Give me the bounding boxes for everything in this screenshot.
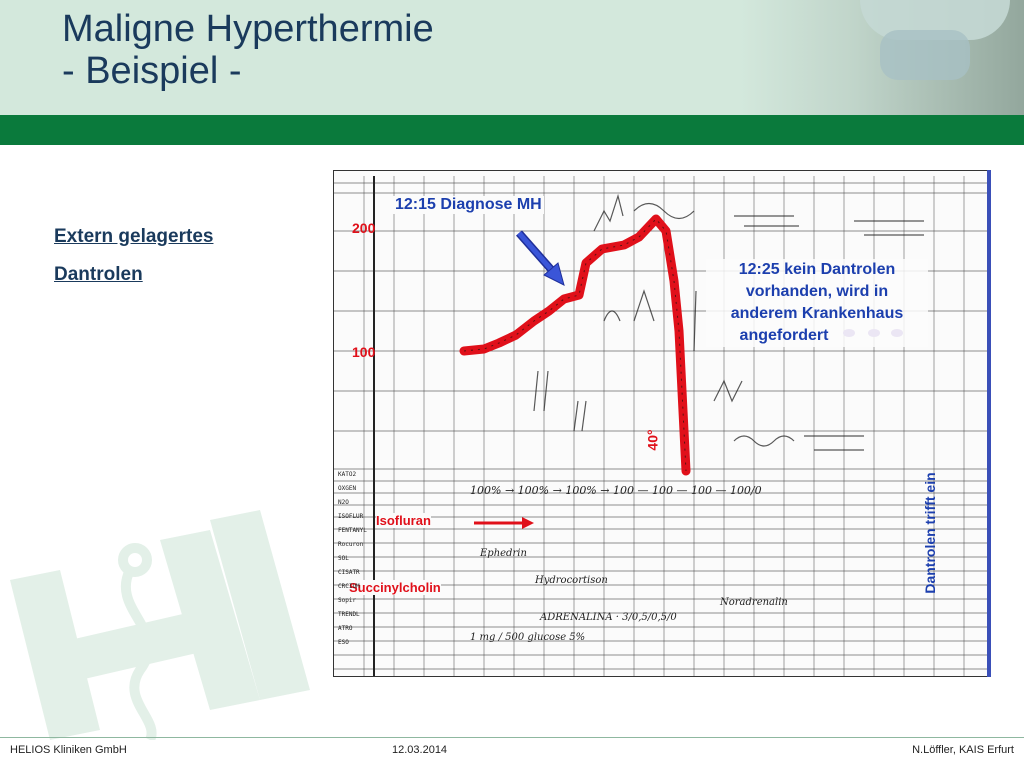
chart-border-right	[987, 170, 991, 677]
chart-drawing	[334, 176, 989, 676]
row-label: CRCIUM	[338, 583, 360, 590]
annotation-kein-dantrolen: 12:25 kein Dantrolen vorhanden, wird in …	[706, 259, 928, 347]
anesthesia-chart	[333, 170, 990, 677]
footer-author: N.Löffler, KAIS Erfurt	[912, 744, 1014, 756]
annotation-line-3: anderem Krankenhaus	[730, 305, 904, 322]
annotation-line-2: vorhanden, wird in	[745, 283, 889, 300]
row-label: KATO2	[338, 471, 357, 478]
title-line-1: Maligne Hyperthermie	[62, 8, 434, 50]
annotation-line-4: angefordert	[739, 327, 829, 344]
handwritten-oxygen-row: 100% → 100% → 100% → 100 — 100 — 100 — 1…	[470, 484, 762, 497]
chart-row-labels: KATO2 OXGEN N2O ISOFLUR FENTANYL Rocuron…	[338, 468, 378, 678]
bullet-line-2: Dantrolen	[54, 264, 143, 285]
footer-date: 12.03.2014	[392, 744, 448, 756]
slide-title: Maligne Hyperthermie - Beispiel -	[62, 8, 434, 92]
handwritten-glucose: 1 mg / 500 glucose 5%	[470, 632, 586, 643]
annotation-diagnose: 12:15 Diagnose MH	[393, 196, 544, 214]
footer-divider	[0, 737, 1024, 738]
header-photo-mask	[880, 30, 970, 80]
handwritten-adrenalina: ADRENALINA · 3/0,5/0,5/0	[540, 612, 677, 623]
row-label: CISATR	[338, 569, 360, 576]
helios-watermark-logo	[10, 510, 310, 740]
handwritten-hydrocortison: Hydrocortison	[535, 575, 608, 586]
footer-company: HELIOS Kliniken GmbH	[10, 744, 127, 756]
row-label: Sopir TRENDL	[338, 597, 360, 618]
axis-label-200: 200	[352, 220, 376, 236]
row-label: OXGEN	[338, 485, 357, 492]
bullet-line-1: Extern gelagertes	[54, 226, 214, 247]
label-dantrolen-trifft-ein: Dantrolen trifft ein	[922, 472, 938, 594]
row-label: ISOFLUR	[338, 513, 364, 520]
label-isofluran: Isofluran	[376, 513, 431, 528]
header-green-bar	[0, 115, 1024, 145]
row-label: FENTANYL	[338, 527, 367, 534]
row-label: ESO	[338, 639, 349, 646]
annotation-line-1: 12:25 kein Dantrolen	[738, 261, 896, 278]
row-label: ATRO	[338, 625, 353, 632]
temperature-label-40: 40°	[644, 429, 661, 451]
row-label: N2O	[338, 499, 349, 506]
row-label: SOL	[338, 555, 349, 562]
title-line-2: - Beispiel -	[62, 50, 242, 92]
handwritten-noradrenalin: Noradrenalin	[720, 597, 788, 608]
handwritten-ephedrin: Ephedrin	[480, 548, 527, 559]
axis-label-100: 100	[352, 344, 376, 360]
row-label: Rocuron	[338, 541, 364, 548]
